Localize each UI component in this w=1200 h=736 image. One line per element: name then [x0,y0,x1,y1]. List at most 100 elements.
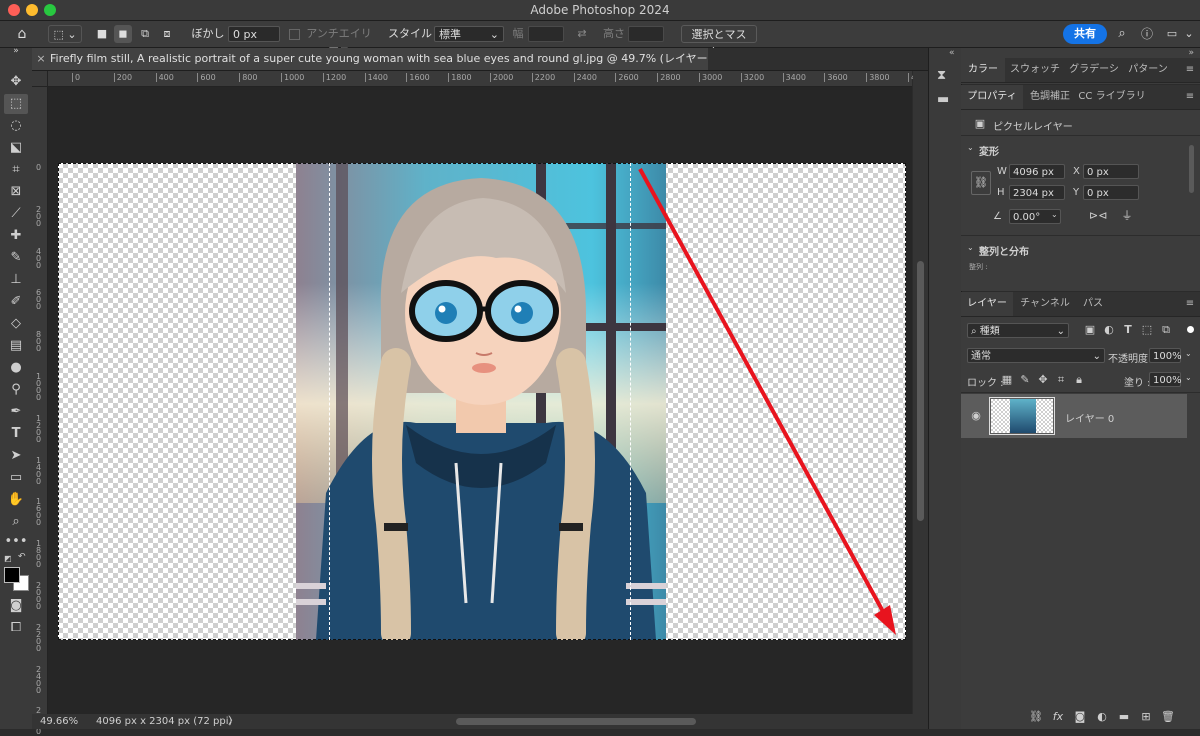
blend-mode-select[interactable]: 通常 ⌄ [967,348,1105,363]
feather-input[interactable]: 0 px [228,26,280,42]
collapse-toolbar-icon[interactable]: » [4,46,28,56]
workspace-icon[interactable]: ▭ [1163,25,1181,43]
visibility-eye-icon[interactable]: ◉ [969,409,983,423]
screen-mode-icon[interactable]: ⧠ [4,618,28,638]
search-icon[interactable]: ⌕ [1113,25,1131,43]
swap-icon[interactable]: ⇄ [572,25,592,43]
brush-tool-icon[interactable]: ✎ [4,248,28,268]
adjustment-layer-icon[interactable]: ◐ [1095,710,1109,724]
subtract-selection-icon[interactable]: ⧉ [136,25,154,43]
filter-toggle[interactable] [1187,326,1194,333]
crop-tool-icon[interactable]: ⌗ [4,160,28,180]
marquee-preset-picker[interactable]: ⬚ ⌄ [48,25,82,43]
lock-all-icon[interactable]: 🔒︎ [1073,373,1085,387]
fx-icon[interactable]: fx [1051,710,1065,724]
layer-filter-select[interactable]: ⌕ 種類 ⌄ [967,323,1069,338]
foreground-color-swatch[interactable] [4,567,20,583]
expand-panels-icon[interactable]: « [949,48,955,58]
history-brush-tool-icon[interactable]: ✐ [4,292,28,312]
document-tab[interactable]: × Firefly film still, A realistic portrai… [32,48,708,70]
rectangle-tool-icon[interactable]: ▭ [4,468,28,488]
clone-stamp-tool-icon[interactable]: ⊥ [4,270,28,290]
chevron-down-icon[interactable]: ⌄ [967,143,974,152]
status-menu-arrow[interactable]: 〉 [228,714,238,729]
panel-menu-icon[interactable]: ≡ [1183,85,1197,109]
horizontal-scroll-thumb[interactable] [456,718,696,725]
chevron-down-icon[interactable]: ⌄ [1185,373,1192,382]
blur-tool-icon[interactable]: ● [4,358,28,378]
fill-field[interactable]: 100% [1149,372,1182,387]
path-selection-tool-icon[interactable]: ➤ [4,446,28,466]
lock-artboard-icon[interactable]: ⌗ [1055,373,1067,387]
new-selection-icon[interactable]: ■ [94,25,110,43]
height-input[interactable] [628,26,664,42]
workspace-menu-chevron-icon[interactable]: ⌄ [1182,25,1196,43]
tab-paths[interactable]: パス [1077,292,1109,316]
tab-properties[interactable]: プロパティ [961,85,1023,109]
vertical-scrollbar[interactable] [913,71,928,714]
link-icon[interactable]: ⛓ [971,171,991,195]
filter-shape-icon[interactable]: ⬚ [1140,323,1154,337]
filter-type-icon[interactable]: T [1121,323,1135,337]
collapse-panels-icon[interactable]: » [1188,48,1194,58]
chevron-down-icon[interactable]: ⌄ [1185,349,1192,358]
y-field[interactable]: 0 px [1083,185,1139,200]
vertical-scroll-thumb[interactable] [917,261,924,521]
gradient-tool-icon[interactable]: ▤ [4,336,28,356]
intersect-selection-icon[interactable]: ⧈ [158,25,176,43]
new-group-icon[interactable]: ▬ [1117,710,1131,724]
pen-tool-icon[interactable]: ✒ [4,402,28,422]
filter-pixel-icon[interactable]: ▣ [1083,323,1097,337]
tab-cc-libraries[interactable]: CC ライブラリ [1077,85,1147,109]
add-mask-icon[interactable]: ◙ [1073,710,1087,724]
zoom-level[interactable]: 49.66% [40,714,78,729]
properties-scroll-thumb[interactable] [1189,145,1194,193]
default-colors-icon[interactable]: ◩ [4,554,12,563]
zoom-tool-icon[interactable]: ⌕ [4,512,28,532]
hand-tool-icon[interactable]: ✋ [4,490,28,510]
quick-mask-icon[interactable]: ◙ [4,596,28,616]
tab-patterns[interactable]: パターン [1125,58,1171,82]
flip-horizontal-icon[interactable]: ⊳⊲ [1089,209,1107,223]
layer-row[interactable]: ◉ レイヤー 0 [961,394,1187,438]
chevron-down-icon[interactable]: ⌄ [1051,210,1058,219]
link-layers-icon[interactable]: ⛓ [1029,710,1043,724]
width-input[interactable] [528,26,564,42]
tab-layers[interactable]: レイヤー [961,292,1013,316]
chevron-down-icon[interactable]: ⌄ [967,243,974,252]
tab-color[interactable]: カラー [961,58,1005,82]
tab-swatches[interactable]: スウォッチ [1007,58,1063,82]
help-icon[interactable]: ⓘ [1138,25,1156,43]
filter-adjustment-icon[interactable]: ◐ [1102,323,1116,337]
new-layer-icon[interactable]: ⊞ [1139,710,1153,724]
tab-adjustments[interactable]: 色調補正 [1025,85,1075,109]
panel-menu-icon[interactable]: ≡ [1183,292,1197,316]
layer-name[interactable]: レイヤー 0 [1065,410,1114,425]
home-icon[interactable]: ⌂ [10,25,34,43]
flip-vertical-icon[interactable]: ⏚ [1119,209,1135,223]
tab-channels[interactable]: チャンネル [1015,292,1075,316]
eraser-tool-icon[interactable]: ◇ [4,314,28,334]
healing-brush-tool-icon[interactable]: ✚ [4,226,28,246]
filter-smart-object-icon[interactable]: ⧉ [1159,323,1173,337]
dodge-tool-icon[interactable]: ⚲ [4,380,28,400]
width-field[interactable]: 4096 px [1009,164,1065,179]
canvas-area[interactable] [48,87,912,714]
frame-tool-icon[interactable]: ⊠ [4,182,28,202]
object-selection-tool-icon[interactable]: ⬕ [4,138,28,158]
lock-transparent-icon[interactable]: ▦ [1001,373,1013,387]
lock-position-icon[interactable]: ✥ [1037,373,1049,387]
antialias-checkbox[interactable] [289,29,300,40]
panel-menu-icon[interactable]: ≡ [1183,58,1197,82]
move-tool-icon[interactable]: ✥ [4,72,28,92]
history-panel-icon[interactable]: ⧗ [937,68,946,83]
eyedropper-tool-icon[interactable]: ⟋ [4,204,28,224]
share-button[interactable]: 共有 [1063,24,1107,44]
edit-toolbar-icon[interactable]: ••• [4,532,28,552]
ruler-origin[interactable] [32,71,48,87]
tab-gradients[interactable]: グラデーショ [1065,58,1123,99]
x-field[interactable]: 0 px [1083,164,1139,179]
swap-colors-icon[interactable]: ↶ [18,552,26,562]
close-tab-icon[interactable]: × [32,48,50,70]
opacity-field[interactable]: 100% [1149,348,1182,363]
